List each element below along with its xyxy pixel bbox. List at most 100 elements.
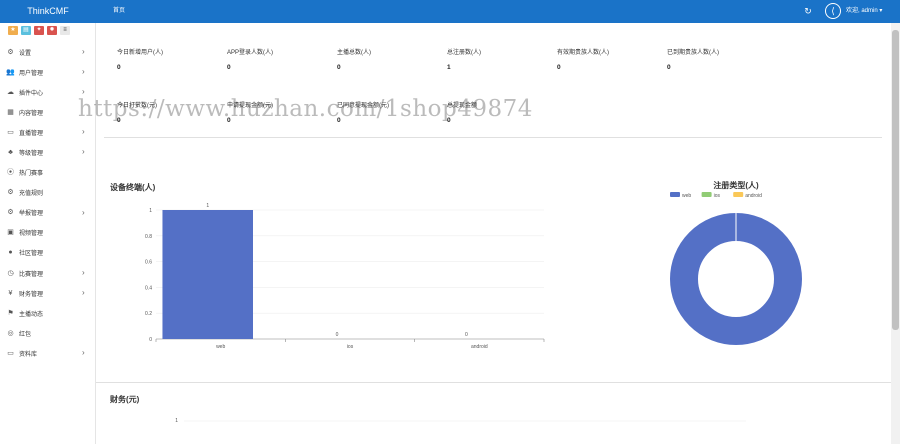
- menu-toggle-icon[interactable]: ≡: [60, 26, 70, 35]
- sidebar-item-label: 设置: [19, 50, 32, 57]
- menu-icon: ◷: [7, 269, 14, 277]
- sidebar-item-label: 直播管理: [19, 130, 44, 137]
- device-bar-chart: 00.20.40.60.811web0ios0android: [145, 203, 545, 350]
- register-type-pie-chart: 注册类型(人) web ios android: [670, 180, 802, 345]
- menu-icon: ⚙: [7, 209, 14, 217]
- top-bar: ThinkCMF 首页 ↻ ⟨ 欢迎, admin ▾: [0, 0, 900, 23]
- legend-label[interactable]: web: [682, 193, 691, 199]
- sidebar-item[interactable]: ¥ 财务管理 ›: [0, 283, 96, 303]
- stat-value: 0: [117, 64, 121, 71]
- sidebar-item-label: 视频管理: [19, 231, 44, 238]
- stat-card: 总注册数(人) 1: [447, 47, 557, 71]
- sidebar-item-label: 主播动态: [19, 311, 44, 318]
- stat-label: 今日新增用户(人): [117, 50, 163, 56]
- finance-chart-title: 财务(元): [110, 395, 140, 404]
- legend-swatch[interactable]: [701, 192, 712, 197]
- x-tick-label: web: [216, 344, 225, 350]
- legend-label[interactable]: ios: [714, 193, 721, 199]
- y-tick-label: 0: [149, 337, 152, 343]
- bookmark-icon[interactable]: ✦: [34, 26, 44, 35]
- tab-home[interactable]: 首页: [113, 0, 125, 23]
- chevron-right-icon: ›: [82, 268, 85, 278]
- refresh-icon[interactable]: ↻: [803, 6, 813, 16]
- device-chart-title: 设备终端(人): [110, 183, 156, 192]
- y-tick-label: 0.8: [145, 234, 152, 240]
- sidebar-item[interactable]: ⚑ 主播动态: [0, 303, 96, 323]
- menu-icon: ⚙: [7, 48, 14, 56]
- sidebar-item[interactable]: ● 社区管理: [0, 243, 96, 263]
- watermark-text: https://www.huzhan.com/1shop49874: [78, 96, 533, 122]
- sidebar-item[interactable]: ▭ 资料库 ›: [0, 343, 96, 363]
- legend-label[interactable]: android: [745, 193, 762, 199]
- file-icon[interactable]: ▤: [21, 26, 31, 35]
- sidebar-item-label: 社区管理: [19, 251, 44, 258]
- legend-swatch[interactable]: [733, 192, 744, 197]
- sidebar-item[interactable]: ⚙ 充值规则: [0, 183, 96, 203]
- data-label: 1: [206, 203, 209, 209]
- chevron-right-icon: ›: [82, 67, 85, 77]
- stat-value: 0: [337, 64, 341, 71]
- y-tick-label: 0.4: [145, 285, 152, 291]
- sidebar-item-label: 内容管理: [19, 110, 44, 117]
- stat-label: APP登录人数(人): [227, 50, 274, 56]
- sidebar-item[interactable]: ♣ 等级管理 ›: [0, 142, 96, 162]
- chevron-right-icon: ›: [82, 47, 85, 56]
- chevron-right-icon: ›: [82, 87, 85, 97]
- stat-label: 有效期贵族人数(人): [557, 50, 609, 56]
- sidebar-item[interactable]: 👥 用户管理 ›: [0, 62, 96, 82]
- star-icon[interactable]: ★: [8, 26, 18, 35]
- menu-icon: ●: [8, 249, 13, 257]
- chevron-right-icon: ›: [82, 348, 85, 358]
- sidebar-item[interactable]: ⚙ 举报管理 ›: [0, 203, 96, 223]
- stat-value: 0: [227, 64, 231, 71]
- sidebar-item[interactable]: ▭ 直播管理 ›: [0, 122, 96, 142]
- sidebar-item-label: 热门赛事: [19, 171, 44, 178]
- menu-icon: ▦: [7, 108, 14, 116]
- stat-card: 有效期贵族人数(人) 0: [557, 47, 667, 71]
- sidebar-item-label: 充值规则: [19, 191, 44, 198]
- x-tick-label: ios: [347, 344, 354, 350]
- gear-icon[interactable]: ✹: [47, 26, 57, 35]
- menu-icon: ⦿: [7, 169, 14, 177]
- menu-icon: ▭: [7, 349, 14, 357]
- menu-icon: ▣: [7, 229, 14, 237]
- stat-card: 已到期贵族人数(人) 0: [667, 47, 777, 71]
- pie-slice[interactable]: [670, 213, 802, 345]
- y-tick-label: 1: [175, 418, 178, 424]
- chevron-right-icon: ›: [82, 288, 85, 298]
- menu-icon: ⚑: [7, 309, 14, 317]
- bar[interactable]: [162, 210, 253, 339]
- sidebar-item[interactable]: ⚙ 设置 ›: [0, 42, 96, 62]
- main-content: 今日新增用户(人) 0 APP登录人数(人) 0 主播总数(人) 0 总注册数(人) 1 有效期…: [96, 23, 891, 444]
- sidebar-item[interactable]: ⦿ 热门赛事: [0, 163, 96, 183]
- legend-swatch[interactable]: [670, 192, 680, 197]
- menu-icon: ▭: [7, 128, 14, 136]
- stat-value: 0: [667, 64, 671, 71]
- sidebar-item-label: 比赛管理: [19, 271, 44, 278]
- user-menu[interactable]: 欢迎, admin ▾: [846, 0, 882, 23]
- y-tick-label: 1: [149, 208, 152, 214]
- sidebar-item[interactable]: ◷ 比赛管理 ›: [0, 263, 96, 283]
- stat-card: APP登录人数(人) 0: [227, 47, 337, 71]
- menu-icon: ◎: [7, 329, 14, 337]
- sidebar-menu: ⚙ 设置 › 👥 用户管理 › ☁ 插件中心 › ▦ 内容管理 ▭ 直播管理 › ♣ 等级管理 › ⦿ 热门赛事 ⚙ 充…: [0, 42, 96, 364]
- brand-logo[interactable]: ThinkCMF: [0, 0, 96, 23]
- sidebar-item[interactable]: ◎ 红包: [0, 323, 96, 343]
- sidebar-item-label: 资料库: [19, 351, 38, 358]
- pie-title: 注册类型(人): [713, 180, 759, 190]
- stat-label: 总注册数(人): [447, 50, 481, 56]
- sidebar-item-label: 财务管理: [19, 291, 44, 298]
- chevron-right-icon: ›: [82, 127, 85, 137]
- menu-icon: ⚙: [7, 189, 14, 197]
- y-tick-label: 0.6: [145, 260, 152, 266]
- sidebar-item-label: 举报管理: [19, 211, 44, 218]
- avatar-share-icon[interactable]: ⟨: [825, 3, 841, 19]
- sidebar-item-label: 红包: [19, 331, 32, 338]
- stat-value: 1: [447, 64, 451, 71]
- sidebar-item[interactable]: ▣ 视频管理: [0, 223, 96, 243]
- finance-chart: 1: [175, 418, 746, 424]
- scrollbar-thumb[interactable]: [892, 30, 899, 330]
- stat-label: 已到期贵族人数(人): [667, 50, 719, 56]
- stat-card: 今日新增用户(人) 0: [117, 47, 227, 71]
- chevron-right-icon: ›: [82, 207, 85, 217]
